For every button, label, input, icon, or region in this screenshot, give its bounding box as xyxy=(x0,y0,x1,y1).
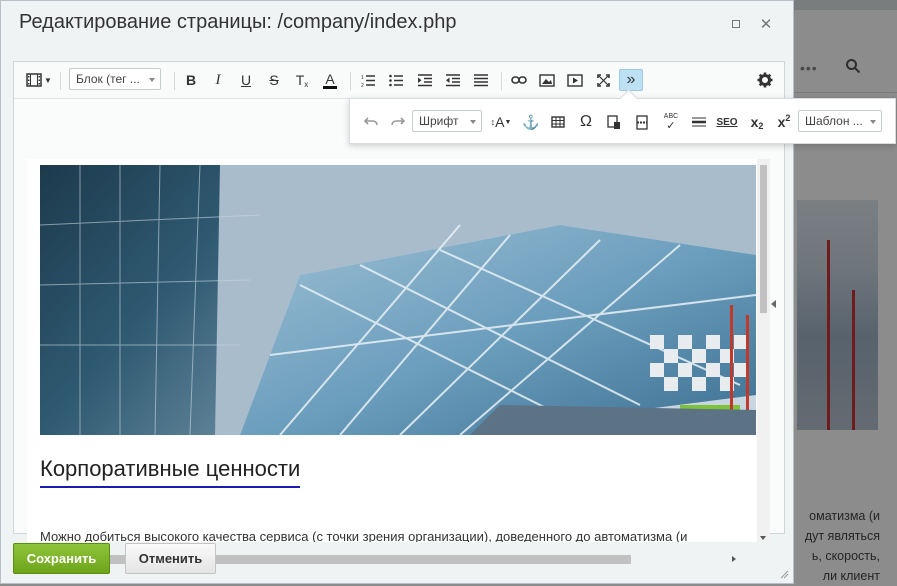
gear-icon xyxy=(757,72,773,88)
font-size-button[interactable]: ↕ A ▼ xyxy=(488,111,514,133)
cancel-button[interactable]: Отменить xyxy=(125,543,216,574)
maximize-button[interactable] xyxy=(729,17,743,31)
link-button[interactable] xyxy=(508,69,530,91)
ordered-list-icon: 12 xyxy=(361,75,375,87)
align-justify-icon xyxy=(474,73,488,86)
subscript-label: x xyxy=(750,114,759,130)
content-paragraph: Можно добиться высокого качества сервиса… xyxy=(40,529,688,542)
svg-text:2: 2 xyxy=(361,83,364,87)
ordered-list-button[interactable]: 12 xyxy=(357,69,379,91)
font-select-value: Шрифт xyxy=(419,114,459,128)
outdent-icon xyxy=(446,73,460,86)
table-icon xyxy=(551,116,565,128)
superscript-button[interactable]: x2 xyxy=(773,111,795,133)
chevron-down-icon xyxy=(470,120,476,124)
image-icon xyxy=(539,73,555,87)
fullscreen-icon xyxy=(596,73,610,87)
view-mode-button[interactable]: ▼ xyxy=(24,69,54,91)
dialog-title: Редактирование страницы: /company/index.… xyxy=(19,11,457,33)
special-char-button[interactable]: Ω xyxy=(575,111,597,133)
indent-icon xyxy=(418,73,432,86)
insert-snippet-button[interactable] xyxy=(603,111,625,133)
more-tools-popup: Шрифт ↕ A ▼ ⚓ Ω ABC ✓ SEO x2 x2 Шаблон ... xyxy=(349,98,896,144)
edit-page-dialog: Редактирование страницы: /company/index.… xyxy=(0,0,794,584)
horizontal-scrollbar-thumb[interactable] xyxy=(26,555,631,564)
horizontal-rule-button[interactable] xyxy=(688,111,710,133)
font-select[interactable]: Шрифт xyxy=(412,110,482,132)
save-button[interactable]: Сохранить xyxy=(13,543,110,574)
undo-icon xyxy=(364,117,378,126)
template-select-value: Шаблон ... xyxy=(805,114,863,128)
font-size-label: A xyxy=(495,114,505,130)
redo-button[interactable] xyxy=(387,111,409,133)
remove-format-button[interactable]: Tx xyxy=(291,69,313,91)
horizontal-rule-icon xyxy=(692,117,706,127)
remove-format-label: T xyxy=(295,72,305,88)
close-icon: ✕ xyxy=(759,16,773,33)
subscript-button[interactable]: x2 xyxy=(746,111,768,133)
page-break-icon xyxy=(636,114,648,130)
snippet-icon xyxy=(607,114,620,129)
outdent-button[interactable] xyxy=(442,69,464,91)
toolbar-separator xyxy=(501,72,502,90)
chevron-down-icon: ▼ xyxy=(44,75,52,85)
scroll-right-arrow-icon[interactable] xyxy=(732,556,736,562)
font-color-button[interactable]: A xyxy=(319,69,341,91)
template-select[interactable]: Шаблон ... xyxy=(798,110,882,132)
superscript-label: x xyxy=(777,114,786,130)
superscript-icon: 2 xyxy=(785,113,791,123)
settings-button[interactable] xyxy=(754,69,776,91)
italic-button[interactable]: I xyxy=(207,69,229,91)
maximize-icon xyxy=(732,20,740,28)
editor-content[interactable]: Корпоративные ценности Можно добиться вы… xyxy=(27,159,757,542)
checkmark-icon: ✓ xyxy=(666,120,676,132)
chevron-down-icon: ▼ xyxy=(504,118,512,126)
video-icon xyxy=(567,73,583,87)
block-tag-select-value: Блок (тег ... xyxy=(76,72,140,86)
image-button[interactable] xyxy=(536,69,558,91)
more-tools-button[interactable]: » xyxy=(619,69,643,91)
scroll-down-arrow-icon[interactable] xyxy=(760,536,766,540)
chevron-down-icon xyxy=(870,120,876,124)
resize-handle-icon[interactable] xyxy=(779,569,789,579)
justify-button[interactable] xyxy=(470,69,492,91)
underline-button[interactable]: U xyxy=(235,69,257,91)
svg-text:1: 1 xyxy=(361,75,364,81)
bullet-list-icon xyxy=(389,74,403,86)
building-photo xyxy=(40,165,756,435)
seo-button[interactable]: SEO xyxy=(714,111,740,133)
page-break-button[interactable] xyxy=(631,111,653,133)
bold-button[interactable]: B xyxy=(180,69,202,91)
editor-toolbar: ▼ Блок (тег ... B I U S Tx A 12 » xyxy=(14,62,784,99)
film-strip-icon xyxy=(26,73,42,87)
dialog-title-buttons: ✕ xyxy=(729,16,773,33)
fullscreen-button[interactable] xyxy=(592,69,614,91)
subscript-icon: 2 xyxy=(758,121,764,131)
vertical-scrollbar[interactable] xyxy=(757,159,770,542)
font-color-swatch xyxy=(323,85,337,89)
toolbar-separator xyxy=(60,72,61,90)
side-panel-toggle-icon[interactable] xyxy=(771,300,776,308)
double-chevron-right-icon: » xyxy=(626,71,636,88)
close-button[interactable]: ✕ xyxy=(759,16,773,33)
toolbar-separator xyxy=(174,72,175,90)
indent-button[interactable] xyxy=(414,69,436,91)
font-color-label: A xyxy=(325,70,335,87)
table-button[interactable] xyxy=(547,111,569,133)
anchor-button[interactable]: ⚓ xyxy=(520,111,542,133)
vertical-scrollbar-thumb[interactable] xyxy=(760,165,767,313)
page-heading: Корпоративные ценности xyxy=(40,456,301,488)
chevron-down-icon xyxy=(149,78,155,82)
strikethrough-button[interactable]: S xyxy=(263,69,285,91)
link-icon xyxy=(511,76,527,84)
video-button[interactable] xyxy=(564,69,586,91)
undo-button[interactable] xyxy=(360,111,382,133)
block-tag-select[interactable]: Блок (тег ... xyxy=(69,68,161,90)
anchor-icon: ⚓ xyxy=(522,113,540,130)
bullet-list-button[interactable] xyxy=(385,69,407,91)
remove-format-icon: x xyxy=(304,79,309,89)
spellcheck-button[interactable]: ABC ✓ xyxy=(659,111,683,133)
redo-icon xyxy=(391,117,405,126)
toolbar-separator xyxy=(350,72,351,90)
